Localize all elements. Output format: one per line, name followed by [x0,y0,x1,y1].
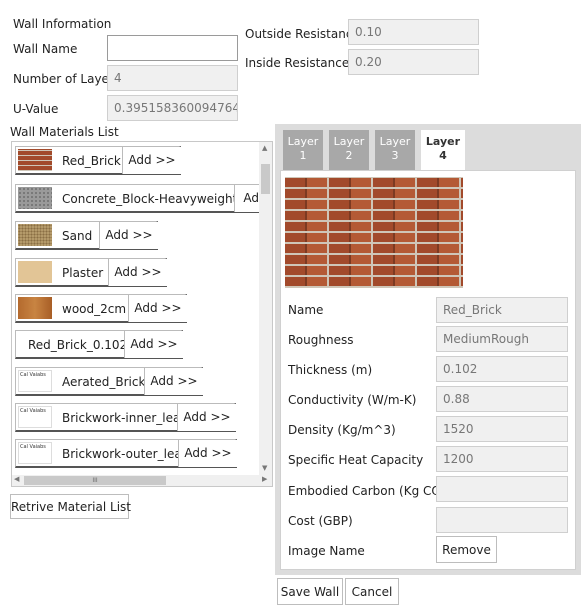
add-button[interactable]: Add >> [144,368,203,395]
cancel-button[interactable]: Cancel [345,578,399,605]
wood-swatch [18,297,52,319]
conductivity-label: Conductivity (W/m-K) [288,393,417,407]
embodied-carbon-label: Embodied Carbon (Kg CO2) [288,484,454,498]
cost-label: Cost (GBP) [288,514,353,528]
add-button[interactable]: Add >> [177,404,236,431]
list-item[interactable]: Plaster Add >> [15,258,167,287]
density-label: Density (Kg/m^3) [288,423,396,437]
tab-label: Layer [333,135,365,148]
materials-listbox[interactable]: Red_Brick Add >> Concrete_Block-Heavywei… [11,141,273,487]
add-button[interactable]: Add >> [178,440,237,467]
scroll-left-icon[interactable]: ◀ [14,475,19,483]
wall-name-input[interactable] [107,35,238,61]
thickness-field: 0.102 [436,356,568,382]
list-item[interactable]: Red_Brick_0.102 Add >> [15,330,183,359]
material-name: wood_2cm [62,302,127,316]
material-thumbnail: Cal Vaiabs [18,406,52,428]
concrete-swatch [18,187,52,209]
remove-button[interactable]: Remove [436,536,497,563]
thickness-label: Thickness (m) [288,363,373,377]
name-field: Red_Brick [436,297,568,323]
list-item[interactable]: Cal Vaiabs Aerated_Brick Add >> [15,367,203,396]
vertical-scrollbar[interactable]: ▲ ▼ [259,142,272,475]
add-button[interactable]: Add >> [99,222,158,249]
scroll-thumb[interactable] [261,164,270,194]
list-item[interactable]: Red_Brick Add >> [15,146,181,175]
inside-resistance-label: Inside Resistance [245,56,350,70]
roughness-label: Roughness [288,333,354,347]
specific-heat-capacity-field: 1200 [436,446,568,472]
tab-number: 2 [345,149,353,162]
material-name: Brickwork-outer_leaf [62,447,186,461]
list-item[interactable]: Sand Add >> [15,221,158,250]
save-wall-button[interactable]: Save Wall [277,578,343,605]
tab-number: 3 [391,149,399,162]
material-thumbnail: Cal Vaiabs [18,442,52,464]
list-item[interactable]: wood_2cm Add >> [15,294,187,323]
tab-label: Layer [425,135,461,148]
material-name: Concrete_Block-Heavyweight 2 [62,192,249,206]
image-name-label: Image Name [288,544,365,558]
list-item[interactable]: Cal Vaiabs Brickwork-outer_leaf Add >> [15,439,237,468]
material-name: Sand [62,229,93,243]
outside-resistance-field: 0.10 [348,19,479,45]
plaster-swatch [18,261,52,283]
add-button[interactable]: Add >> [128,295,187,322]
embodied-carbon-field [436,476,568,502]
u-value-field: 0.39515836009476435 [107,95,238,121]
material-name: Plaster [62,266,104,280]
outside-resistance-label: Outside Resistance [245,27,360,41]
sand-swatch [18,224,52,246]
tab-label: Layer [379,135,411,148]
tab-layer-3[interactable]: Layer 3 [375,130,415,170]
inside-resistance-field: 0.20 [348,49,479,75]
number-of-layers-field: 4 [107,65,238,91]
list-item[interactable]: Concrete_Block-Heavyweight 2 Add [15,184,272,213]
material-name: Red_Brick_0.102 [28,338,128,352]
material-name: Brickwork-inner_leaf [62,411,185,425]
tab-number: 4 [439,149,447,162]
red-brick-swatch [18,149,52,171]
retrieve-material-list-button[interactable]: Retrive Material List [10,494,131,519]
conductivity-field: 0.88 [436,386,568,412]
tab-layer-4[interactable]: Layer 4 [421,130,465,170]
material-thumbnail: Cal Vaiabs [18,370,52,392]
add-button[interactable]: Add >> [124,331,183,358]
material-name: Red_Brick [62,154,121,168]
tab-number: 1 [299,149,307,162]
density-field: 1520 [436,416,568,442]
scroll-up-icon[interactable]: ▲ [262,144,267,152]
name-label: Name [288,303,324,317]
tab-layer-2[interactable]: Layer 2 [329,130,369,170]
scroll-down-icon[interactable]: ▼ [262,464,267,472]
material-image [285,177,463,288]
material-name: Aerated_Brick [62,375,146,389]
list-item[interactable]: Cal Vaiabs Brickwork-inner_leaf Add >> [15,403,236,432]
wall-materials-list-title: Wall Materials List [10,125,119,139]
tab-layer-1[interactable]: Layer 1 [283,130,323,170]
wall-information-title: Wall Information [13,17,112,31]
add-button[interactable]: Add >> [108,259,167,286]
u-value-label: U-Value [13,102,59,116]
number-of-layers-label: Number of Layers [13,72,121,86]
add-button[interactable]: Add >> [122,147,181,174]
scroll-right-icon[interactable]: ▶ [262,475,267,483]
horizontal-scrollbar[interactable]: ◀ III ▶ [12,475,272,486]
specific-heat-capacity-label: Specific Heat Capacity [288,453,424,467]
cost-field [436,507,568,533]
roughness-field: MediumRough [436,326,568,352]
wall-name-label: Wall Name [13,42,78,56]
horizontal-scroll-thumb[interactable]: III [24,476,166,485]
tab-label: Layer [287,135,319,148]
